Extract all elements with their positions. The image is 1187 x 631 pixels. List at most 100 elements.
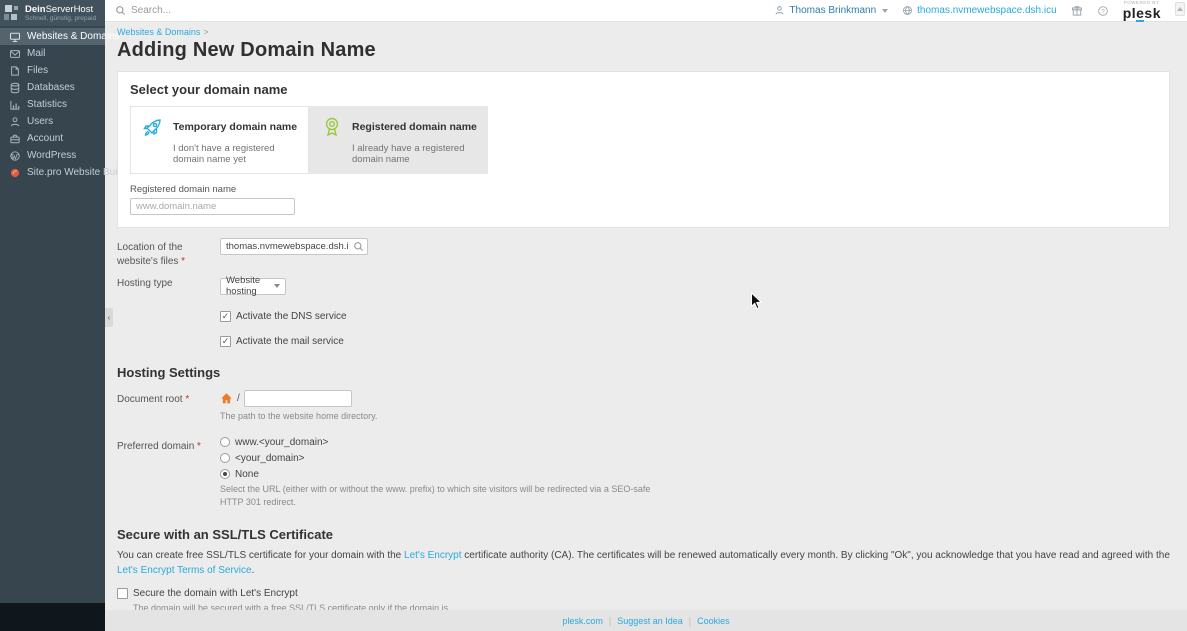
secure-domain-checkbox[interactable]: Secure the domain with Let's Encrypt	[117, 588, 1170, 599]
server-link[interactable]: thomas.nvmewebspace.dsh.icu	[902, 5, 1057, 16]
location-row: Location of the website's files *	[117, 238, 1170, 268]
hosting-type-label: Hosting type	[117, 274, 220, 291]
sidebar-item-label: Files	[27, 65, 48, 76]
sidebar-item-files[interactable]: Files	[0, 62, 105, 79]
whats-new-button[interactable]	[1071, 5, 1083, 17]
document-root-prefix: /	[237, 393, 240, 404]
dns-service-checkbox[interactable]: ✓ Activate the DNS service	[220, 311, 1170, 322]
option-desc: I don't have a registered domain name ye…	[173, 143, 298, 165]
document-root-label: Document root *	[117, 390, 220, 407]
sidebar-bottom-strip	[0, 603, 105, 631]
footer-link-cookies[interactable]: Cookies	[697, 616, 730, 626]
option-desc: I already have a registered domain name	[352, 143, 477, 165]
registered-domain-label: Registered domain name	[130, 184, 1157, 195]
location-label: Location of the website's files *	[117, 238, 220, 268]
option-title: Temporary domain name	[173, 121, 297, 133]
lets-encrypt-link[interactable]: Let's Encrypt	[404, 550, 462, 561]
sitepro-icon	[9, 167, 21, 179]
user-name: Thomas Brinkmann	[789, 5, 876, 16]
lets-encrypt-tos-link[interactable]: Let's Encrypt Terms of Service	[117, 565, 252, 576]
dns-service-label: Activate the DNS service	[236, 311, 347, 322]
option-temporary-domain[interactable]: Temporary domain name I don't have a reg…	[130, 106, 309, 174]
radio-icon[interactable]	[220, 437, 230, 447]
statistics-icon	[9, 99, 21, 111]
account-icon	[9, 133, 21, 145]
footer-link-plesk[interactable]: plesk.com	[562, 616, 603, 626]
global-search[interactable]	[115, 5, 774, 16]
sidebar-item-sitepro[interactable]: Site.pro Website Builder	[0, 164, 105, 181]
rosette-icon	[320, 115, 344, 139]
radio-domain[interactable]: <your_domain>	[220, 453, 1170, 464]
sidebar-item-statistics[interactable]: Statistics	[0, 96, 105, 113]
hosting-type-value: Website hosting	[226, 275, 274, 297]
sidebar-item-users[interactable]: Users	[0, 113, 105, 130]
domain-option-row: Temporary domain name I don't have a reg…	[130, 106, 1157, 174]
app-window: DeinServerHost Schnell, günstig, prepaid…	[0, 0, 1187, 631]
wordpress-icon	[9, 150, 21, 162]
radio-label: www.<your_domain>	[235, 437, 328, 448]
hosting-settings-heading: Hosting Settings	[117, 365, 1170, 380]
brand-logo[interactable]: DeinServerHost Schnell, günstig, prepaid	[0, 0, 105, 26]
radio-www-domain[interactable]: www.<your_domain>	[220, 437, 1170, 448]
search-icon[interactable]	[353, 241, 364, 252]
radio-selected-icon[interactable]	[220, 469, 230, 479]
home-icon[interactable]	[220, 392, 233, 405]
footer-separator: |	[689, 616, 691, 626]
top-bar: Thomas Brinkmann thomas.nvmewebspace.dsh…	[105, 0, 1187, 22]
rocket-icon	[141, 115, 165, 139]
sidebar: DeinServerHost Schnell, günstig, prepaid…	[0, 0, 105, 631]
sidebar-item-label: Statistics	[27, 99, 67, 110]
question-icon: ?	[1097, 5, 1109, 17]
breadcrumb-link[interactable]: Websites & Domains	[117, 27, 200, 37]
document-root-input[interactable]	[244, 390, 352, 407]
sidebar-collapse-handle[interactable]: ‹	[105, 308, 113, 327]
required-mark: *	[197, 441, 201, 452]
scroll-up-button[interactable]	[1175, 2, 1185, 16]
chevron-down-icon	[882, 9, 888, 13]
required-mark: *	[185, 394, 189, 405]
brand-logo-icon	[4, 5, 20, 21]
sidebar-item-account[interactable]: Account	[0, 130, 105, 147]
secure-domain-label: Secure the domain with Let's Encrypt	[133, 588, 298, 599]
user-menu[interactable]: Thomas Brinkmann	[774, 5, 888, 16]
globe-icon	[902, 5, 913, 16]
page-title: Adding New Domain Name	[117, 39, 1175, 62]
mail-icon	[9, 48, 21, 60]
secure-domain-hint: The domain will be secured with a free S…	[133, 602, 478, 610]
checkbox-checked-icon[interactable]: ✓	[220, 311, 231, 322]
sidebar-item-websites-domains[interactable]: Websites & Domains	[0, 28, 105, 45]
breadcrumb[interactable]: Websites & Domains>	[117, 27, 1175, 37]
server-name: thomas.nvmewebspace.dsh.icu	[917, 5, 1057, 16]
mail-service-label: Activate the mail service	[236, 336, 344, 347]
ssl-checkbox-block: Secure the domain with Let's Encrypt The…	[117, 588, 1170, 610]
plesk-logo[interactable]: POWERED BY plesk	[1123, 1, 1161, 20]
help-button[interactable]: ?	[1097, 5, 1109, 17]
radio-none[interactable]: None	[220, 469, 1170, 480]
footer-link-suggest[interactable]: Suggest an Idea	[617, 616, 683, 626]
preferred-domain-row: Preferred domain * www.<your_domain> <yo…	[117, 437, 1170, 509]
location-input[interactable]	[220, 238, 368, 255]
mail-service-checkbox[interactable]: ✓ Activate the mail service	[220, 336, 1170, 347]
radio-label: None	[235, 469, 259, 480]
sidebar-item-wordpress[interactable]: WordPress	[0, 147, 105, 164]
preferred-domain-label: Preferred domain *	[117, 437, 220, 454]
sidebar-item-label: Databases	[27, 82, 75, 93]
preferred-domain-hint: Select the URL (either with or without t…	[220, 483, 675, 509]
dns-service-row: ✓ Activate the DNS service	[117, 311, 1170, 322]
checkbox-unchecked-icon[interactable]	[117, 588, 128, 599]
ssl-heading: Secure with an SSL/TLS Certificate	[117, 527, 1170, 542]
users-icon	[9, 116, 21, 128]
radio-icon[interactable]	[220, 453, 230, 463]
page-footer: plesk.com | Suggest an Idea | Cookies	[105, 610, 1187, 631]
sidebar-item-label: WordPress	[27, 150, 76, 161]
sidebar-item-mail[interactable]: Mail	[0, 45, 105, 62]
main-area: Thomas Brinkmann thomas.nvmewebspace.dsh…	[105, 0, 1187, 631]
page-header: Websites & Domains> Adding New Domain Na…	[105, 22, 1187, 68]
hosting-type-select[interactable]: Website hosting	[220, 278, 286, 295]
search-input[interactable]	[131, 5, 331, 16]
sidebar-item-databases[interactable]: Databases	[0, 79, 105, 96]
checkbox-checked-icon[interactable]: ✓	[220, 336, 231, 347]
registered-domain-input[interactable]	[130, 198, 295, 215]
option-registered-domain[interactable]: Registered domain name I already have a …	[309, 106, 488, 174]
sidebar-item-label: Mail	[27, 48, 45, 59]
